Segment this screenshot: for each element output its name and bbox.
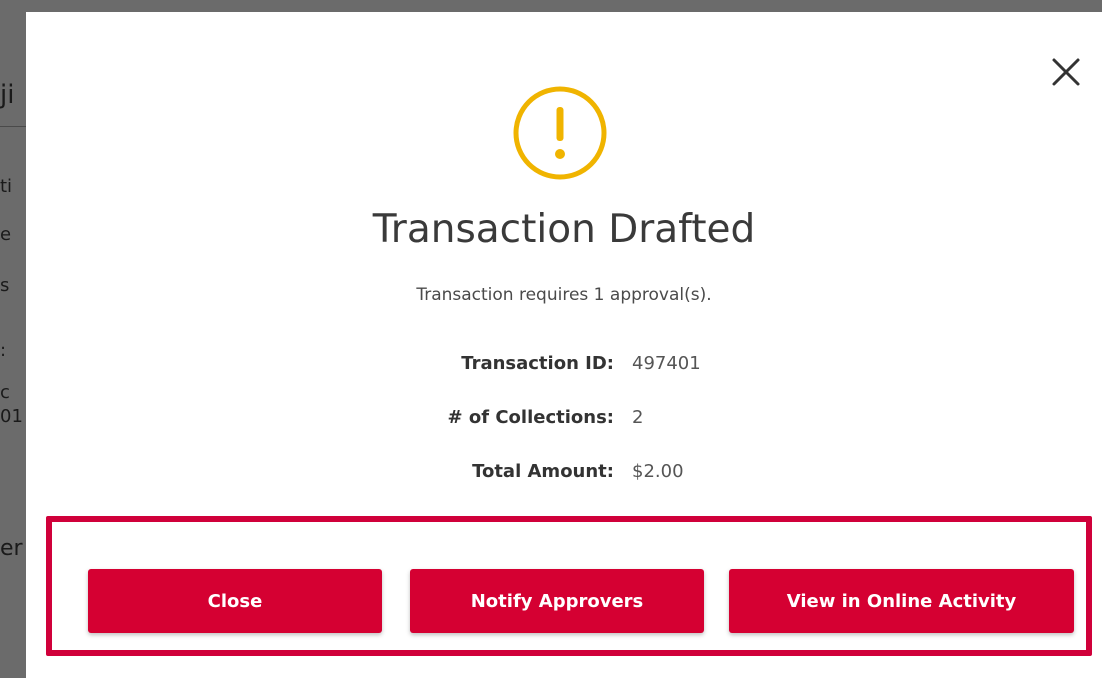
detail-row-collections: # of Collections: 2 [26,401,1102,455]
notify-approvers-button[interactable]: Notify Approvers [410,569,704,633]
detail-value: 497401 [632,353,701,374]
modal-subtitle: Transaction requires 1 approval(s). [416,285,712,305]
detail-row-transaction-id: Transaction ID: 497401 [26,347,1102,401]
transaction-details: Transaction ID: 497401 # of Collections:… [26,347,1102,509]
action-buttons-highlight: Close Notify Approvers View in Online Ac… [46,516,1092,656]
close-x-icon[interactable] [1044,50,1088,94]
view-in-online-activity-button[interactable]: View in Online Activity [729,569,1074,633]
detail-value: 2 [632,407,644,428]
background-divider [0,126,26,127]
detail-label: Total Amount: [472,461,614,482]
close-button[interactable]: Close [88,569,382,633]
transaction-drafted-modal: Transaction Drafted Transaction requires… [26,12,1102,678]
modal-title: Transaction Drafted [372,207,756,252]
detail-value: $2.00 [632,461,684,482]
detail-label: Transaction ID: [461,353,614,374]
detail-row-total-amount: Total Amount: $2.00 [26,455,1102,509]
detail-label: # of Collections: [447,407,614,428]
warning-exclamation-icon [509,82,611,184]
